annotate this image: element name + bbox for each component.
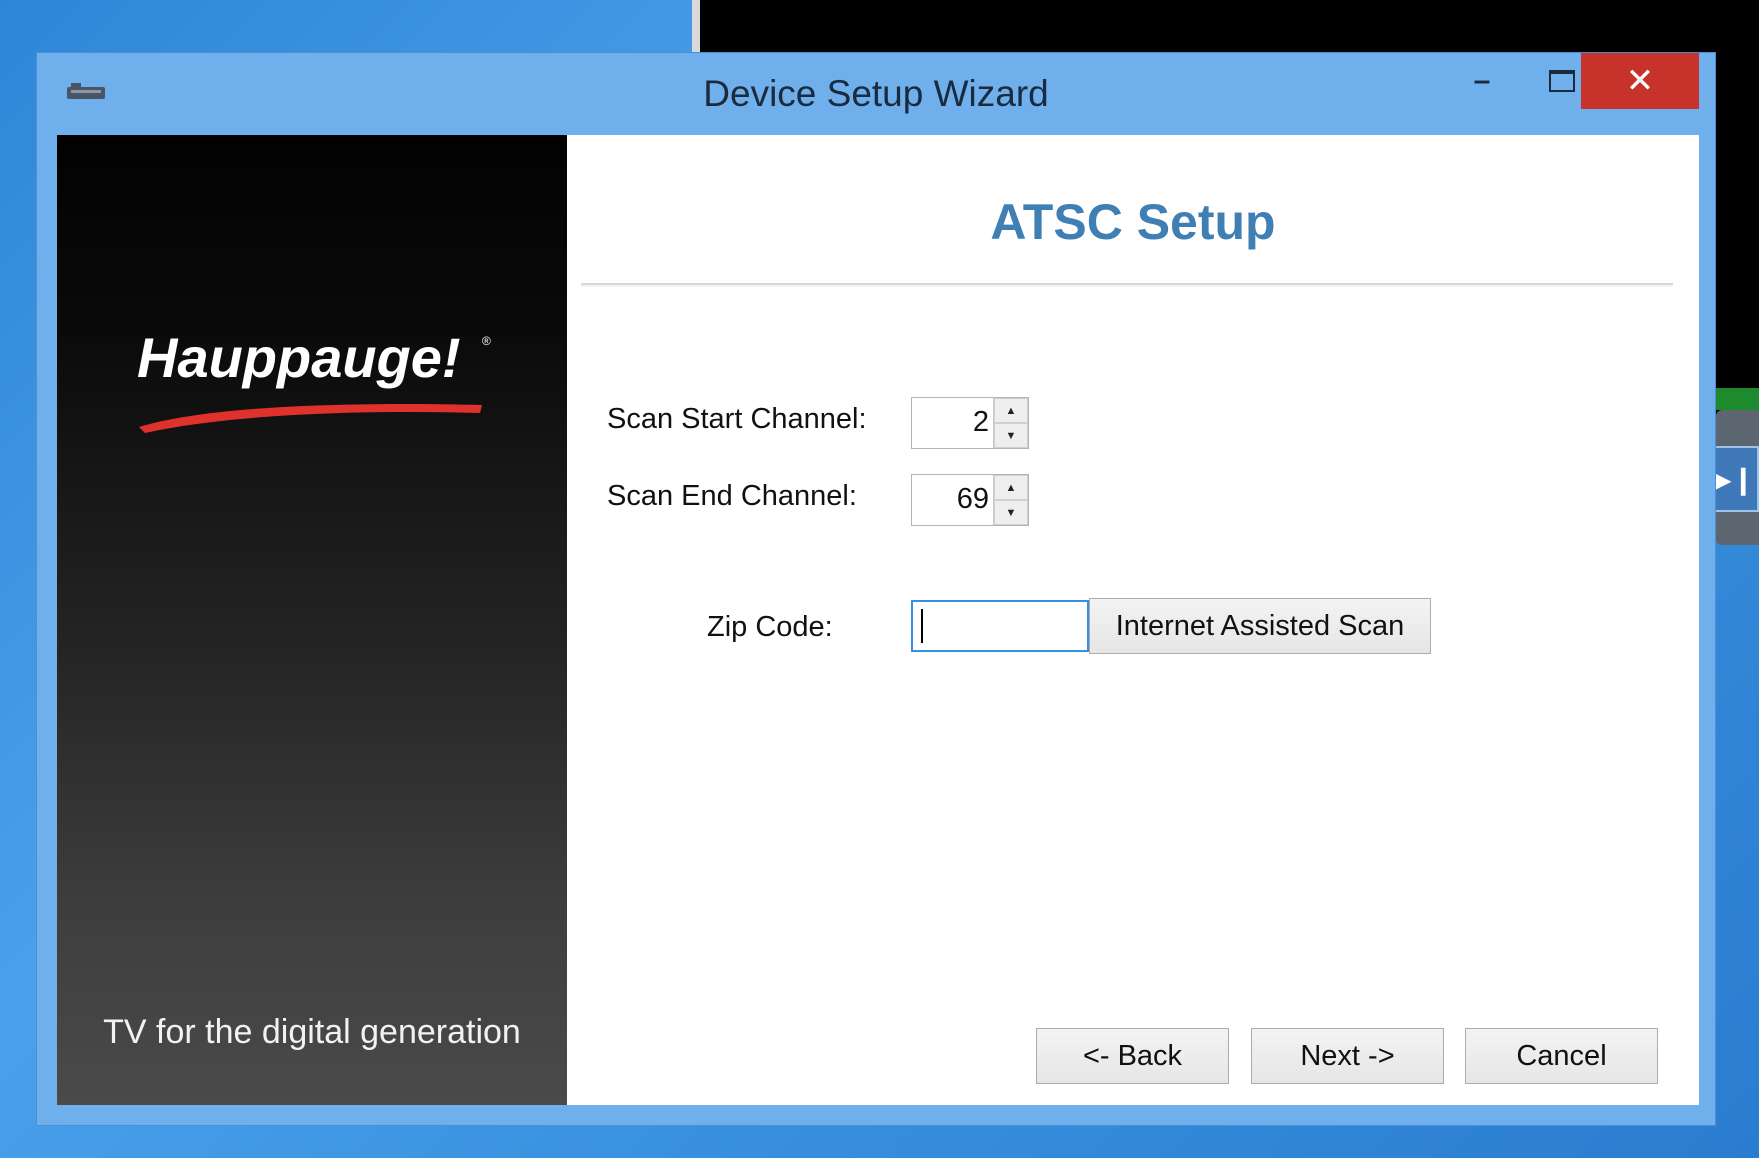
back-button[interactable]: <- Back <box>1036 1028 1229 1084</box>
scan-end-down-arrow-icon[interactable]: ▼ <box>994 500 1028 525</box>
device-setup-wizard-window: Device Setup Wizard – ✕ Hauppauge! ® TV … <box>36 52 1716 1126</box>
wizard-page: ATSC Setup Scan Start Channel: 2 ▲ ▼ Sca… <box>567 135 1699 1105</box>
internet-assisted-scan-button[interactable]: Internet Assisted Scan <box>1089 598 1431 654</box>
svg-text:®: ® <box>482 334 491 348</box>
title-bar[interactable]: Device Setup Wizard – ✕ <box>37 53 1715 135</box>
scan-start-arrows: ▲ ▼ <box>993 398 1028 448</box>
scan-end-label: Scan End Channel: <box>607 480 857 512</box>
brand-panel: Hauppauge! ® TV for the digital generati… <box>57 135 567 1105</box>
scan-start-up-arrow-icon[interactable]: ▲ <box>994 398 1028 423</box>
scan-start-down-arrow-icon[interactable]: ▼ <box>994 423 1028 448</box>
maximize-icon <box>1549 70 1575 92</box>
page-title: ATSC Setup <box>990 194 1276 250</box>
heading-separator <box>581 283 1673 287</box>
wizard-client-area: Hauppauge! ® TV for the digital generati… <box>57 135 1699 1105</box>
scan-start-value[interactable]: 2 <box>912 398 993 448</box>
scan-end-arrows: ▲ ▼ <box>993 475 1028 525</box>
zip-code-input[interactable] <box>911 600 1089 652</box>
scan-end-value[interactable]: 69 <box>912 475 993 525</box>
scan-start-spinner[interactable]: 2 ▲ ▼ <box>911 397 1029 449</box>
zip-code-label: Zip Code: <box>707 611 833 643</box>
brand-tagline: TV for the digital generation <box>103 1013 521 1051</box>
scan-end-spinner[interactable]: 69 ▲ ▼ <box>911 474 1029 526</box>
cancel-button[interactable]: Cancel <box>1465 1028 1658 1084</box>
text-caret <box>921 609 923 643</box>
background-window-edge <box>692 0 700 60</box>
scan-end-up-arrow-icon[interactable]: ▲ <box>994 475 1028 500</box>
next-button[interactable]: Next -> <box>1251 1028 1444 1084</box>
scan-start-label: Scan Start Channel: <box>607 403 867 435</box>
logo-text: Hauppauge! <box>137 326 461 389</box>
hauppauge-logo: Hauppauge! ® <box>137 326 491 433</box>
minimize-button[interactable]: – <box>1447 53 1517 109</box>
close-button[interactable]: ✕ <box>1581 53 1699 109</box>
